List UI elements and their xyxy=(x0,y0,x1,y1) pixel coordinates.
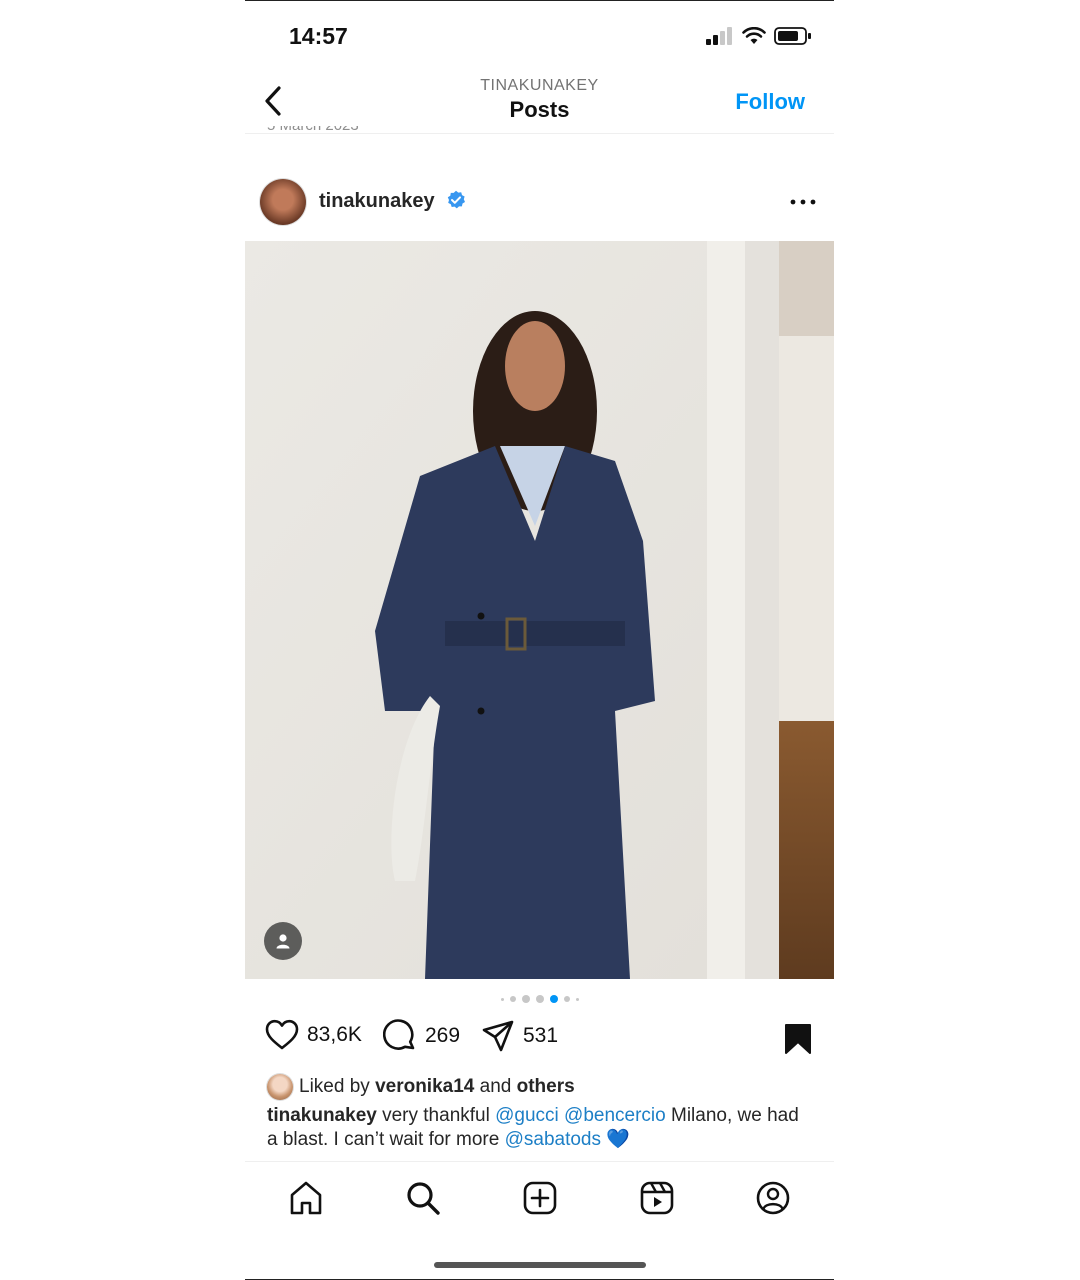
like-button[interactable]: 83,6K xyxy=(265,1019,362,1051)
tab-reels[interactable] xyxy=(639,1180,675,1216)
bottom-tab-bar xyxy=(245,1161,834,1234)
bookmark-filled-icon xyxy=(785,1024,811,1054)
home-indicator[interactable] xyxy=(434,1262,646,1268)
tab-create[interactable] xyxy=(522,1180,558,1216)
liked-by-prefix: Liked by xyxy=(299,1076,370,1097)
status-time: 14:57 xyxy=(289,23,348,49)
tagged-users-button[interactable] xyxy=(264,922,302,960)
carousel-dot xyxy=(500,997,504,1001)
liked-by-and: and xyxy=(479,1076,512,1097)
reels-icon xyxy=(640,1181,674,1215)
tab-home[interactable] xyxy=(288,1180,324,1216)
cellular-signal-icon xyxy=(706,27,732,45)
tab-search[interactable] xyxy=(405,1180,441,1216)
carousel-dot xyxy=(521,995,530,1003)
shares-count: 531 xyxy=(523,1024,559,1047)
status-icons xyxy=(706,26,812,46)
post-caption: tinakunakey very thankful @gucci @bencer… xyxy=(267,1104,810,1152)
comments-count: 269 xyxy=(425,1024,461,1047)
mention-link[interactable]: @bencercio xyxy=(564,1105,666,1126)
heart-icon xyxy=(265,1019,299,1050)
post-username[interactable]: tinakunakey xyxy=(319,190,466,213)
status-bar: 14:57 xyxy=(245,1,834,69)
carousel-dot-active xyxy=(549,995,558,1003)
wifi-icon xyxy=(742,27,766,44)
liked-by[interactable]: Liked by veronika14 and others xyxy=(267,1074,575,1100)
post-actions: 83,6K 269 531 xyxy=(245,1019,834,1061)
tab-profile[interactable] xyxy=(755,1180,791,1216)
liked-by-others[interactable]: others xyxy=(517,1076,575,1098)
nav-bar: TINAKUNAKEY Posts Follow xyxy=(245,69,834,134)
person-icon xyxy=(276,934,290,949)
battery-icon xyxy=(774,27,811,45)
mention-link[interactable]: @gucci xyxy=(495,1105,559,1126)
caption-text: very thankful xyxy=(376,1105,496,1126)
liked-by-user[interactable]: veronika14 xyxy=(375,1076,474,1098)
post-image xyxy=(245,241,834,979)
home-icon xyxy=(290,1181,322,1215)
post-header: tinakunakey xyxy=(245,179,834,227)
comment-icon xyxy=(383,1019,415,1050)
avatar[interactable] xyxy=(260,179,306,225)
share-button[interactable]: 531 xyxy=(481,1019,558,1053)
username-label: tinakunakey xyxy=(319,190,435,212)
post-photo[interactable] xyxy=(245,241,834,979)
follow-button[interactable]: Follow xyxy=(735,89,805,115)
carousel-dot xyxy=(563,996,570,1002)
mention-link[interactable]: @sabatods xyxy=(505,1129,601,1150)
more-options-button[interactable] xyxy=(790,191,816,218)
carousel-dot xyxy=(575,997,579,1001)
save-button[interactable] xyxy=(784,1023,812,1060)
profile-icon xyxy=(756,1181,790,1215)
phone-screen: 14:57 TINAKUNAKEY Posts Follow tinakunak… xyxy=(245,0,834,1280)
create-icon xyxy=(523,1181,557,1215)
previous-post-date: 5 March 2023 xyxy=(267,126,359,134)
carousel-indicator xyxy=(245,995,834,1003)
verified-badge-icon xyxy=(447,190,466,209)
carousel-dot xyxy=(509,996,516,1002)
send-icon xyxy=(482,1020,514,1052)
liker-avatar xyxy=(267,1074,293,1100)
search-icon xyxy=(407,1182,440,1215)
blue-heart-emoji: 💙 xyxy=(606,1129,630,1150)
more-horizontal-icon xyxy=(790,199,816,205)
carousel-dot xyxy=(535,995,544,1003)
comment-button[interactable]: 269 xyxy=(383,1019,460,1053)
likes-count: 83,6K xyxy=(307,1023,362,1046)
caption-username[interactable]: tinakunakey xyxy=(267,1105,377,1126)
